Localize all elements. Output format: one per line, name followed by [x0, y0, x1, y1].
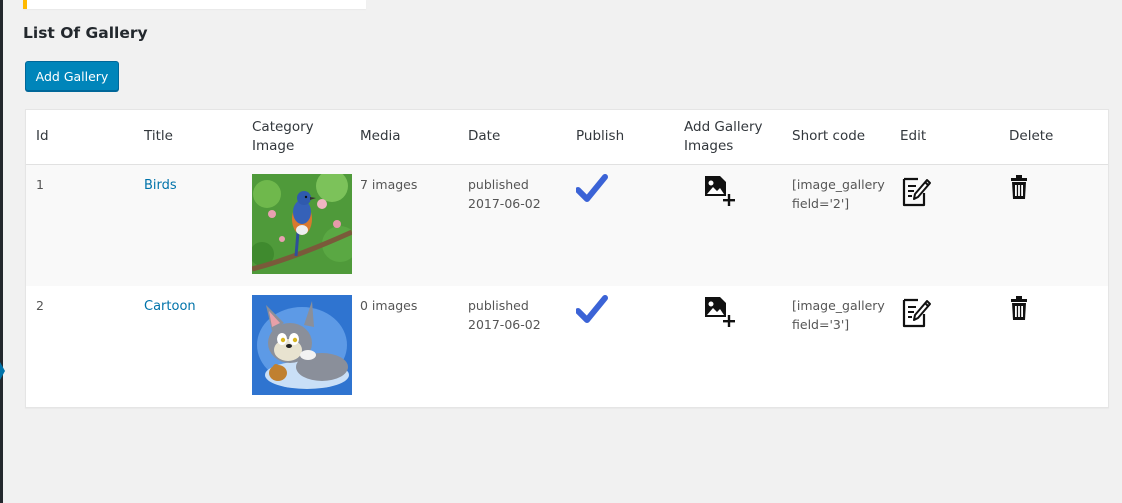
header-media: Media	[350, 110, 458, 165]
date-status: published	[468, 176, 529, 192]
gallery-title-link[interactable]: Cartoon	[144, 299, 196, 314]
cell-shortcode: [image_gallery field='2']	[782, 164, 890, 286]
gallery-table: Id Title Category Image Media Date Publi…	[26, 110, 1108, 407]
header-edit: Edit	[890, 110, 999, 165]
table-row: 1 Birds 7 images published 2017-06-02 [i…	[26, 164, 1108, 286]
cell-media: 0 images	[350, 286, 458, 407]
date-status: published	[468, 298, 529, 313]
cell-category-image	[242, 286, 352, 407]
cell-media: 7 images	[350, 164, 458, 286]
cell-date: published 2017-06-02	[458, 164, 566, 286]
cell-title: Cartoon	[134, 286, 242, 407]
add-image-icon[interactable]	[702, 295, 736, 329]
trash-icon[interactable]	[1009, 295, 1029, 321]
page-title: List Of Gallery	[23, 24, 148, 42]
cell-id: 2	[26, 286, 134, 407]
cell-date: published 2017-06-02	[458, 286, 566, 407]
header-category-image: Category Image	[242, 110, 350, 165]
header-date: Date	[458, 110, 566, 165]
header-id: Id	[26, 110, 134, 165]
date-value: 2017-06-02	[468, 195, 541, 211]
shortcode-line: field='2']	[792, 195, 850, 211]
cell-category-image	[242, 164, 352, 286]
add-gallery-button[interactable]: Add Gallery	[25, 61, 119, 91]
shortcode-line: [image_gallery	[792, 298, 885, 313]
gallery-title-link[interactable]: Birds	[144, 178, 177, 193]
cell-delete	[999, 164, 1108, 286]
cartoon-thumbnail[interactable]	[252, 295, 352, 395]
add-image-icon[interactable]	[702, 174, 736, 208]
cell-add-images	[674, 286, 782, 407]
header-delete: Delete	[999, 110, 1108, 165]
checkmark-icon[interactable]	[575, 295, 608, 325]
gallery-table-wrap: Id Title Category Image Media Date Publi…	[25, 109, 1109, 408]
cell-publish	[566, 164, 674, 286]
trash-icon[interactable]	[1009, 174, 1029, 200]
header-title: Title	[134, 110, 242, 165]
edit-icon[interactable]	[900, 174, 932, 208]
cell-edit	[890, 286, 999, 407]
header-short-code: Short code	[782, 110, 890, 165]
active-menu-pointer	[0, 362, 5, 380]
cell-publish	[566, 286, 674, 407]
table-header-row: Id Title Category Image Media Date Publi…	[26, 110, 1108, 165]
cell-add-images	[674, 164, 782, 286]
cell-delete	[999, 286, 1108, 407]
cell-shortcode: [image_gallery field='3']	[782, 286, 890, 407]
header-add-gallery-images: Add Gallery Images	[674, 110, 782, 165]
edit-icon[interactable]	[900, 295, 932, 329]
cell-edit	[890, 164, 999, 286]
date-value: 2017-06-02	[468, 317, 541, 332]
cell-id: 1	[26, 164, 134, 286]
checkmark-icon[interactable]	[575, 173, 608, 204]
shortcode-line: field='3']	[792, 317, 850, 332]
shortcode-line: [image_gallery	[792, 176, 885, 192]
admin-sidebar-edge	[0, 0, 5, 503]
admin-notice	[23, 0, 366, 9]
bird-thumbnail[interactable]	[252, 173, 352, 274]
cell-title: Birds	[134, 164, 242, 286]
header-publish: Publish	[566, 110, 674, 165]
table-row: 2 Cartoon 0 images published 2017-06-02 …	[26, 286, 1108, 407]
